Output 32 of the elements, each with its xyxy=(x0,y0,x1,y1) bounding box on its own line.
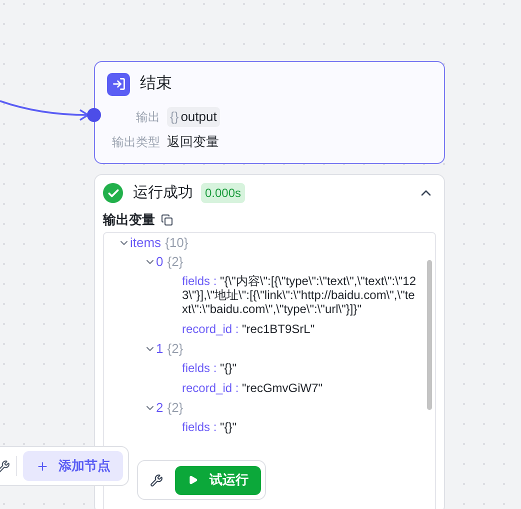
tool-icon[interactable] xyxy=(0,460,10,472)
plus-icon xyxy=(36,460,48,472)
copy-icon[interactable] xyxy=(161,214,173,226)
output-label: 输出变量 xyxy=(103,211,155,230)
scrollbar[interactable] xyxy=(427,260,432,410)
tree-key: 0 xyxy=(156,252,164,272)
status-text: 运行成功 xyxy=(133,182,193,203)
success-icon xyxy=(103,183,123,203)
end-node-card[interactable]: 结束 输出 {}output 输出类型 返回变量 xyxy=(94,61,445,164)
tree-key: 1 xyxy=(156,338,164,358)
tree-key: items xyxy=(130,233,162,252)
tree-count: {2} xyxy=(167,252,184,271)
test-run-button[interactable]: 试运行 xyxy=(175,466,261,494)
tree-entry: record_id : "recGmvGiW7" xyxy=(181,380,324,397)
tree-key: 2 xyxy=(156,398,164,418)
tree-count: {2} xyxy=(167,340,184,358)
node-title: 结束 xyxy=(140,74,172,94)
tree-count: {2} xyxy=(167,398,184,417)
variable-tag: {}output xyxy=(167,107,220,127)
tree-entry: fields : "{\"内容\":[{\"type\":\"text\",\"text\":\"123\"}],\"地址\":[{\"link\":\"http://baidu.com\",\"text\":\"baidu.com\",\"type\":\"url\"}]}" xyxy=(181,273,418,318)
duration-badge: 0.000s xyxy=(201,183,246,203)
play-icon xyxy=(188,475,198,485)
field-value: 返回变量 xyxy=(167,133,219,152)
tree-count: {10} xyxy=(165,234,188,252)
add-node-button[interactable]: 添加节点 xyxy=(23,451,123,481)
field-label: 输出 xyxy=(135,109,160,126)
tree-entry: fields : "{}" xyxy=(181,360,238,377)
tree-entry: fields : "{}" xyxy=(181,419,238,436)
node-icon xyxy=(107,72,130,96)
field-label: 输出类型 xyxy=(111,134,160,151)
wrench-icon[interactable] xyxy=(150,474,163,486)
tree-entry: record_id : "rec1BT9SrL" xyxy=(181,321,316,338)
